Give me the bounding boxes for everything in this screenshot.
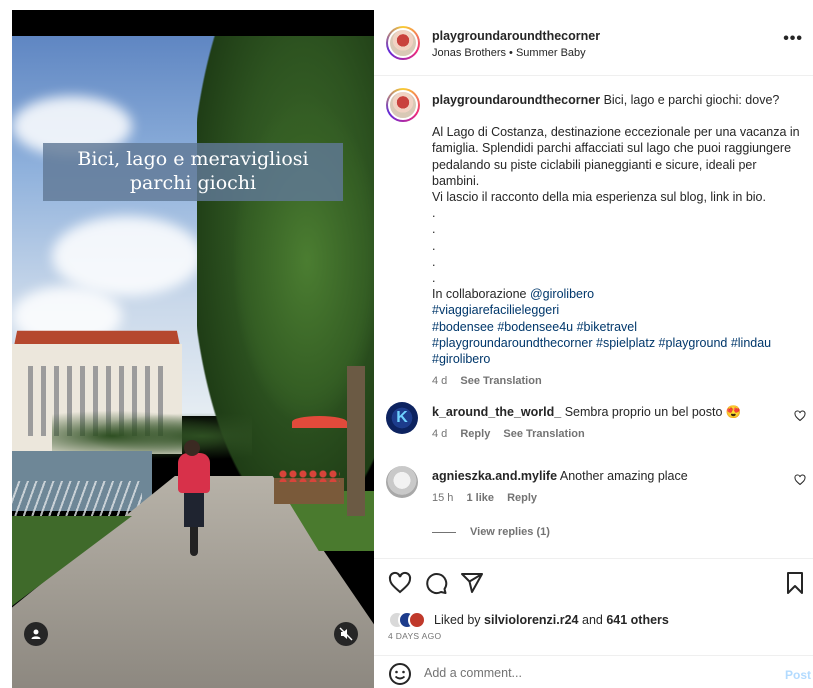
speaker-muted-icon bbox=[339, 627, 353, 641]
caption-body: playgroundaroundthecorner Bici, lago e p… bbox=[432, 92, 804, 389]
caption-dot: . bbox=[432, 222, 436, 237]
add-comment-input[interactable] bbox=[424, 666, 754, 680]
caption-text: Vi lascio il racconto della mia esperien… bbox=[432, 190, 766, 205]
post-date: 4 DAYS AGO bbox=[388, 631, 442, 641]
caption-first-line: playgroundaroundthecorner Bici, lago e p… bbox=[432, 92, 804, 108]
comment-text: Sembra proprio un bel posto 😍 bbox=[564, 405, 742, 419]
more-options-button[interactable]: ••• bbox=[783, 30, 803, 48]
comment-bubble-icon[interactable] bbox=[424, 571, 448, 595]
avatar-image bbox=[388, 90, 418, 120]
cyclist-head bbox=[184, 440, 200, 456]
author-avatar[interactable] bbox=[386, 26, 420, 60]
hashtag-line[interactable]: #girolibero bbox=[432, 351, 804, 367]
comment-body: k_around_the_world_ Sembra proprio un be… bbox=[432, 404, 782, 442]
collab-prefix: In collaborazione bbox=[432, 287, 530, 302]
caption-meta: 4 d See Translation bbox=[432, 373, 804, 389]
commenter-avatar[interactable]: K bbox=[386, 402, 418, 434]
liked-by-prefix: Liked by bbox=[434, 613, 485, 627]
comment-meta: 4 d Reply See Translation bbox=[432, 426, 782, 442]
caption-text: Bici, lago e parchi giochi: dove? bbox=[603, 93, 780, 107]
add-comment-row: Post bbox=[374, 655, 813, 688]
comment-likes[interactable]: 1 like bbox=[466, 492, 494, 504]
media-overlay-text: Bici, lago e meravigliosi parchi giochi bbox=[43, 143, 343, 201]
view-replies-button[interactable]: View replies (1) bbox=[432, 526, 550, 538]
see-translation-button[interactable]: See Translation bbox=[460, 375, 541, 387]
emoji-smiley-icon[interactable] bbox=[388, 662, 412, 686]
caption-dot: . bbox=[432, 271, 436, 286]
like-comment-heart-icon[interactable] bbox=[794, 410, 806, 422]
mute-button[interactable] bbox=[334, 622, 358, 646]
cyclist-legs bbox=[184, 491, 204, 527]
flowers bbox=[278, 470, 340, 482]
view-replies-line bbox=[432, 531, 456, 533]
post-comment-button[interactable]: Post bbox=[785, 668, 811, 682]
photo-scene bbox=[12, 36, 374, 688]
post-header: playgroundaroundthecorner Jonas Brothers… bbox=[374, 10, 813, 76]
commenter-username[interactable]: agnieszka.and.mylife bbox=[432, 469, 557, 483]
liked-by-text: Liked by silviolorenzi.r24 and 641 other… bbox=[434, 613, 669, 627]
reply-button[interactable]: Reply bbox=[460, 428, 490, 440]
railing bbox=[12, 481, 142, 521]
like-heart-icon[interactable] bbox=[388, 571, 412, 595]
caption-dot: . bbox=[432, 254, 436, 269]
liker-username[interactable]: silviolorenzi.r24 bbox=[484, 613, 578, 627]
author-username[interactable]: playgroundaroundthecorner bbox=[432, 29, 600, 43]
comment-time: 4 d bbox=[432, 428, 448, 440]
likes-others-link[interactable]: 641 others bbox=[606, 613, 669, 627]
mention-link[interactable]: @girolibero bbox=[530, 287, 594, 301]
commenter-avatar[interactable] bbox=[386, 466, 418, 498]
comment-time: 15 h bbox=[432, 492, 454, 504]
cloud bbox=[52, 216, 202, 296]
caption-time: 4 d bbox=[432, 375, 448, 388]
tagged-users-button[interactable] bbox=[24, 622, 48, 646]
caption-avatar[interactable] bbox=[386, 88, 420, 122]
share-paper-plane-icon[interactable] bbox=[460, 571, 484, 595]
media-top-bar bbox=[12, 10, 374, 36]
red-umbrella bbox=[292, 416, 347, 428]
avatar-image bbox=[388, 28, 418, 58]
collab-line: In collaborazione @girolibero bbox=[432, 286, 804, 302]
caption-username[interactable]: playgroundaroundthecorner bbox=[432, 93, 600, 107]
liked-by-middle: and bbox=[578, 613, 607, 627]
comment-text: Another amazing place bbox=[559, 469, 688, 483]
view-replies-label: View replies (1) bbox=[470, 526, 550, 538]
see-translation-button[interactable]: See Translation bbox=[503, 428, 584, 440]
hashtag-line[interactable]: #playgroundaroundthecorner #spielplatz #… bbox=[432, 335, 804, 351]
user-icon bbox=[31, 629, 41, 639]
like-comment-heart-icon[interactable] bbox=[794, 474, 806, 486]
tree-trunk bbox=[347, 366, 365, 516]
caption-dot: . bbox=[432, 206, 436, 221]
comment-meta: 15 h 1 like Reply bbox=[432, 490, 782, 506]
caption-text: Al Lago di Costanza, destinazione eccezi… bbox=[432, 125, 800, 188]
commenter-username[interactable]: k_around_the_world_ bbox=[432, 405, 561, 419]
save-bookmark-icon[interactable] bbox=[783, 571, 807, 595]
cyclist bbox=[178, 453, 210, 493]
audio-track[interactable]: Jonas Brothers • Summer Baby bbox=[432, 47, 586, 59]
reply-button[interactable]: Reply bbox=[507, 492, 537, 504]
hashtag-line[interactable]: #bodensee #bodensee4u #biketravel bbox=[432, 319, 804, 335]
liker-avatar bbox=[408, 611, 426, 629]
avatar-letter: K bbox=[396, 409, 408, 426]
liked-by: Liked by silviolorenzi.r24 and 641 other… bbox=[388, 611, 669, 629]
post-details-panel: playgroundaroundthecorner Jonas Brothers… bbox=[374, 10, 813, 688]
post-actions: Liked by silviolorenzi.r24 and 641 other… bbox=[374, 558, 813, 688]
post-media[interactable]: Bici, lago e meravigliosi parchi giochi bbox=[12, 10, 374, 688]
caption-dot: . bbox=[432, 238, 436, 253]
comment-body: agnieszka.and.mylife Another amazing pla… bbox=[432, 468, 782, 506]
hashtag-line[interactable]: #viaggiarefacilieleggeri bbox=[432, 302, 804, 318]
